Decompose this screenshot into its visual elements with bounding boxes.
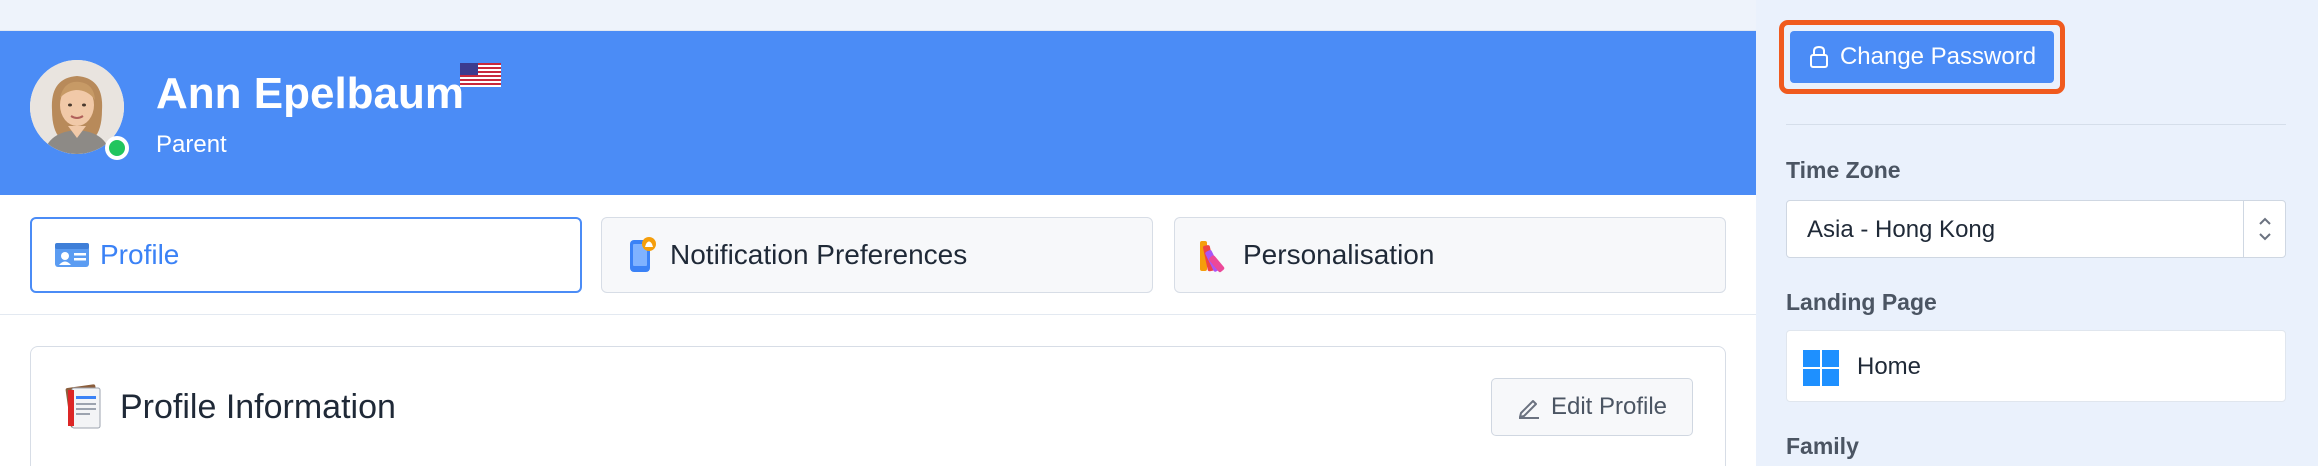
pencil-icon: [1518, 400, 1539, 419]
phone-notification-icon: [624, 237, 660, 273]
sidebar-divider: [1786, 124, 2286, 125]
lock-icon: [1809, 45, 1828, 68]
tab-notification-preferences[interactable]: Notification Preferences: [601, 217, 1153, 293]
timezone-select[interactable]: Asia - Hong Kong: [1786, 200, 2286, 258]
windows-grid-icon: [1803, 350, 1839, 386]
edit-profile-label: Edit Profile: [1550, 393, 1668, 420]
chevron-up-down-icon: [2258, 217, 2271, 241]
top-strip: [0, 0, 1756, 31]
landing-page-label: Landing Page: [1786, 289, 1937, 315]
timezone-value: Asia - Hong Kong: [1807, 216, 1996, 243]
landing-page-select[interactable]: Home: [1786, 330, 2286, 402]
user-name: Ann Epelbaum: [156, 69, 465, 118]
tab-profile-label: Profile: [100, 239, 180, 270]
timezone-label: Time Zone: [1786, 157, 1901, 183]
change-password-button[interactable]: Change Password: [1790, 31, 2054, 83]
tab-profile[interactable]: Profile: [30, 217, 582, 293]
section-title: Profile Information: [120, 388, 396, 426]
notebook-icon: [65, 384, 101, 429]
family-label: Family: [1786, 433, 1859, 459]
tab-notification-label: Notification Preferences: [670, 239, 968, 270]
color-palette-icon: [1197, 237, 1233, 273]
timezone-stepper[interactable]: [2243, 201, 2285, 257]
us-flag-icon: [460, 63, 501, 87]
change-password-label: Change Password: [1839, 43, 2037, 70]
edit-profile-button[interactable]: Edit Profile: [1491, 378, 1693, 436]
landing-page-value: Home: [1857, 353, 1922, 380]
tab-personalisation-label: Personalisation: [1243, 239, 1435, 270]
online-status-dot: [105, 136, 129, 160]
user-role: Parent: [156, 131, 227, 158]
tab-personalisation[interactable]: Personalisation: [1174, 217, 1726, 293]
id-card-icon: [54, 237, 90, 273]
